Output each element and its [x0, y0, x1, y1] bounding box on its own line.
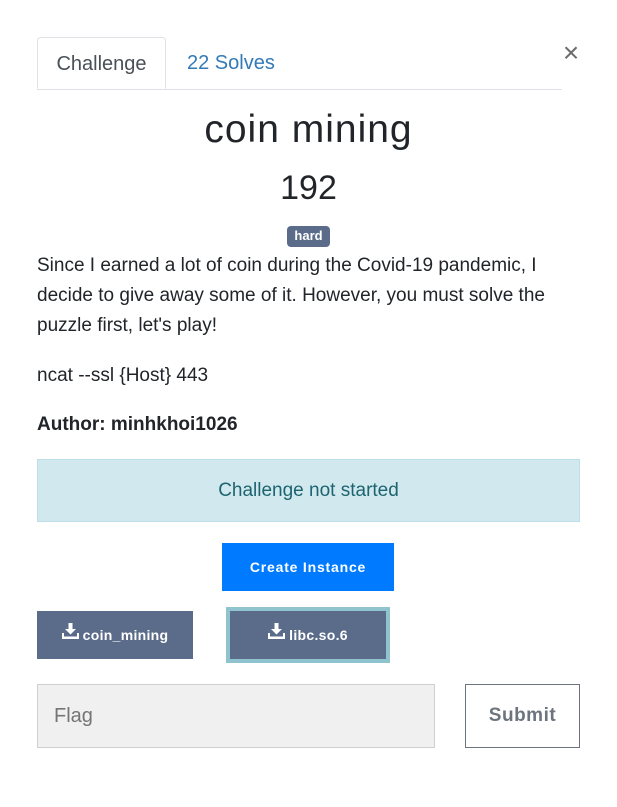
challenge-points: 192	[280, 169, 337, 207]
tab-solves[interactable]: 22 Solves	[187, 37, 275, 88]
challenge-title: coin mining	[204, 108, 413, 151]
flag-input[interactable]	[37, 684, 435, 748]
instance-status-alert: Challenge not started	[37, 459, 580, 522]
challenge-modal: Challenge 22 Solves × coin mining 192 ha…	[0, 0, 617, 807]
challenge-tabs: Challenge 22 Solves	[37, 37, 562, 90]
create-instance-button[interactable]: Create Instance	[222, 543, 394, 591]
connection-command: ncat --ssl {Host} 443	[37, 365, 209, 386]
download-file-button[interactable]: libc.so.6	[226, 607, 390, 663]
download-file-button[interactable]: coin_mining	[37, 611, 193, 659]
challenge-description: Since I earned a lot of coin during the …	[37, 255, 545, 336]
submit-button[interactable]: Submit	[465, 684, 580, 748]
difficulty-badge: hard	[287, 226, 330, 247]
download-icon	[268, 610, 286, 658]
download-file-label: libc.so.6	[289, 627, 348, 643]
download-file-label: coin_mining	[82, 627, 169, 643]
download-icon	[61, 610, 79, 658]
challenge-author: Author: minhkhoi1026	[37, 414, 238, 435]
close-icon[interactable]: ×	[560, 38, 582, 68]
tab-challenge[interactable]: Challenge	[37, 37, 166, 89]
badge-container: hard	[0, 226, 617, 247]
